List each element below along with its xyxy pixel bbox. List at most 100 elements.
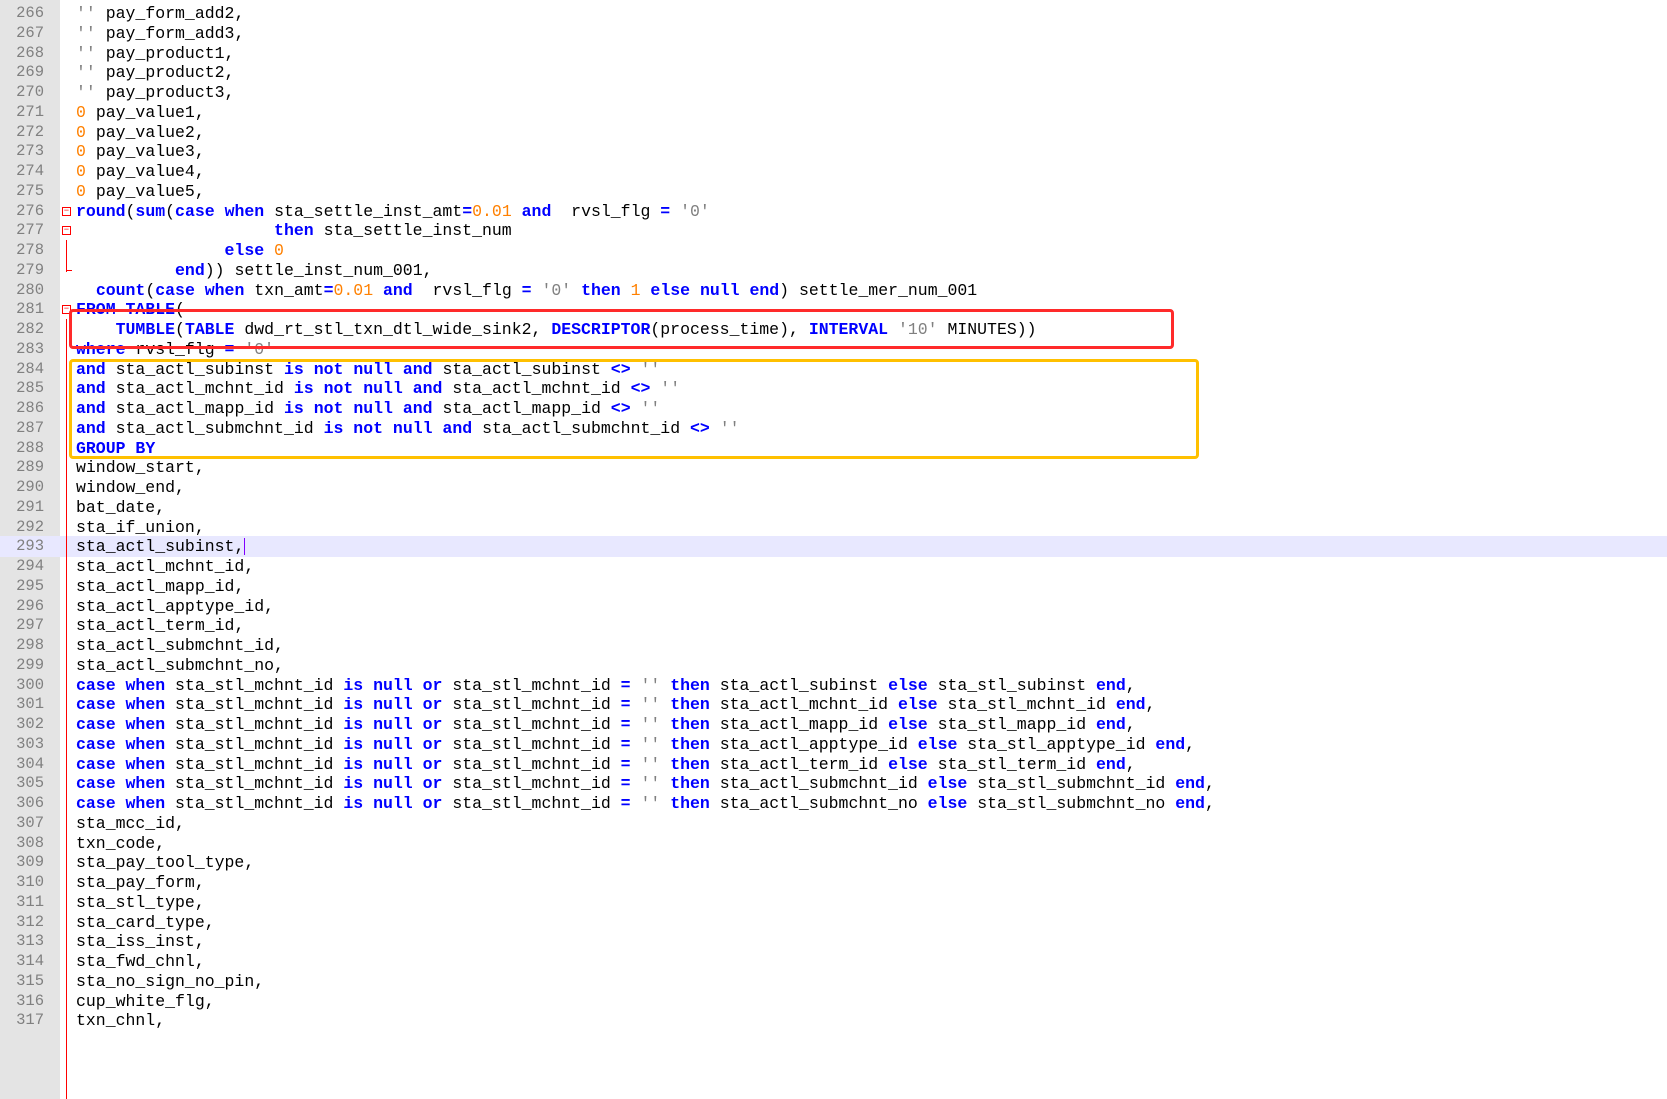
code-line[interactable]: 315 sta_no_sign_no_pin, <box>0 971 1667 992</box>
code-text[interactable]: sta_card_type, <box>76 912 215 933</box>
code-text[interactable]: else 0 <box>76 240 284 261</box>
line-number: 317 <box>16 1011 44 1030</box>
code-line[interactable]: 279 end)) settle_inst_num_001, <box>0 260 1667 281</box>
code-text[interactable]: sta_no_sign_no_pin, <box>76 971 264 992</box>
code-line[interactable]: 295 sta_actl_mapp_id, <box>0 576 1667 597</box>
line-number: 313 <box>16 932 44 951</box>
code-line[interactable]: 305 case when sta_stl_mchnt_id is null or… <box>0 773 1667 794</box>
code-line[interactable]: 306 case when sta_stl_mchnt_id is null or… <box>0 793 1667 814</box>
code-line[interactable]: 292 sta_if_union, <box>0 517 1667 538</box>
code-text[interactable]: '' pay_form_add3, <box>76 23 244 44</box>
code-text[interactable]: round(sum(case when sta_settle_inst_amt=… <box>76 201 710 222</box>
code-line[interactable]: 269 '' pay_product2, <box>0 62 1667 83</box>
code-line[interactable]: 314 sta_fwd_chnl, <box>0 951 1667 972</box>
code-text[interactable]: sta_actl_mchnt_id, <box>76 556 254 577</box>
fold-toggle-icon[interactable]: − <box>62 226 71 236</box>
code-line[interactable]: 276 round(sum(case when sta_settle_inst_a… <box>0 201 1667 222</box>
code-line[interactable]: 309 sta_pay_tool_type, <box>0 852 1667 873</box>
code-text[interactable]: sta_actl_apptype_id, <box>76 596 274 617</box>
code-line[interactable]: 317 txn_chnl, <box>0 1010 1667 1031</box>
code-text[interactable]: '' pay_product3, <box>76 82 234 103</box>
code-lines[interactable]: 266 '' pay_form_add2, 267 '' pay_form_add3,… <box>0 0 1667 1099</box>
code-text[interactable]: then sta_settle_inst_num <box>76 220 512 241</box>
code-line[interactable]: 273 0 pay_value3, <box>0 141 1667 162</box>
code-text[interactable]: sta_actl_subinst, <box>76 536 246 557</box>
code-line[interactable]: 271 0 pay_value1, <box>0 102 1667 123</box>
code-line[interactable]: 316 cup_white_flg, <box>0 991 1667 1012</box>
fold-toggle-icon[interactable]: − <box>62 206 71 216</box>
code-text[interactable]: sta_actl_submchnt_no, <box>76 655 284 676</box>
code-text[interactable]: case when sta_stl_mchnt_id is null or st… <box>76 793 1215 814</box>
line-number: 274 <box>16 162 44 180</box>
code-line[interactable]: 294 sta_actl_mchnt_id, <box>0 556 1667 577</box>
code-text[interactable]: case when sta_stl_mchnt_id is null or st… <box>76 675 1136 696</box>
code-text[interactable]: sta_pay_tool_type, <box>76 852 254 873</box>
red-highlight-box <box>69 309 1174 349</box>
code-text[interactable]: case when sta_stl_mchnt_id is null or st… <box>76 734 1195 755</box>
code-text[interactable]: count(case when txn_amt=0.01 and rvsl_fl… <box>76 280 977 301</box>
code-line[interactable]: 310 sta_pay_form, <box>0 872 1667 893</box>
code-line[interactable]: 301 case when sta_stl_mchnt_id is null or… <box>0 694 1667 715</box>
code-text[interactable]: '' pay_form_add2, <box>76 3 244 24</box>
yellow-highlight-box <box>69 359 1199 459</box>
code-text[interactable]: 0 pay_value3, <box>76 141 205 162</box>
code-line[interactable]: 266 '' pay_form_add2, <box>0 3 1667 24</box>
code-line[interactable]: 313 sta_iss_inst, <box>0 931 1667 952</box>
code-line[interactable]: 307 sta_mcc_id, <box>0 813 1667 834</box>
code-text[interactable]: bat_date, <box>76 497 165 518</box>
code-text[interactable]: sta_fwd_chnl, <box>76 951 205 972</box>
code-text[interactable]: '' pay_product2, <box>76 62 234 83</box>
code-line[interactable]: 277 then sta_settle_inst_num <box>0 220 1667 241</box>
code-line[interactable]: 312 sta_card_type, <box>0 912 1667 933</box>
code-line[interactable]: 272 0 pay_value2, <box>0 122 1667 143</box>
line-number: 281 <box>16 300 44 319</box>
code-text[interactable]: case when sta_stl_mchnt_id is null or st… <box>76 714 1136 735</box>
code-line[interactable]: 311 sta_stl_type, <box>0 892 1667 913</box>
code-line[interactable]: 270 '' pay_product3, <box>0 82 1667 103</box>
code-text[interactable]: sta_actl_submchnt_id, <box>76 635 284 656</box>
code-line[interactable]: 298 sta_actl_submchnt_id, <box>0 635 1667 656</box>
code-line[interactable]: 278 else 0 <box>0 240 1667 261</box>
code-text[interactable]: txn_chnl, <box>76 1010 165 1031</box>
code-text[interactable]: 0 pay_value5, <box>76 181 205 202</box>
code-line[interactable]: 304 case when sta_stl_mchnt_id is null or… <box>0 754 1667 775</box>
code-line[interactable]: 299 sta_actl_submchnt_no, <box>0 655 1667 676</box>
code-line[interactable]: 268 '' pay_product1, <box>0 43 1667 64</box>
code-line[interactable]: 289 window_start, <box>0 457 1667 478</box>
code-text[interactable]: sta_actl_mapp_id, <box>76 576 244 597</box>
code-line[interactable]: 297 sta_actl_term_id, <box>0 615 1667 636</box>
code-line[interactable]: 293 sta_actl_subinst, <box>0 536 1667 558</box>
code-line[interactable]: 303 case when sta_stl_mchnt_id is null or… <box>0 734 1667 755</box>
code-text[interactable]: sta_pay_form, <box>76 872 205 893</box>
code-text[interactable]: 0 pay_value4, <box>76 161 205 182</box>
code-line[interactable]: 274 0 pay_value4, <box>0 161 1667 182</box>
code-line[interactable]: 280 count(case when txn_amt=0.01 and rvs… <box>0 280 1667 301</box>
code-text[interactable]: 0 pay_value2, <box>76 122 205 143</box>
code-text[interactable]: end)) settle_inst_num_001, <box>76 260 432 281</box>
code-text[interactable]: sta_stl_type, <box>76 892 205 913</box>
code-text[interactable]: case when sta_stl_mchnt_id is null or st… <box>76 754 1136 775</box>
code-text[interactable]: case when sta_stl_mchnt_id is null or st… <box>76 773 1215 794</box>
code-text[interactable]: sta_iss_inst, <box>76 931 205 952</box>
code-text[interactable]: '' pay_product1, <box>76 43 234 64</box>
code-text[interactable]: 0 pay_value1, <box>76 102 205 123</box>
code-text[interactable]: cup_white_flg, <box>76 991 215 1012</box>
code-text[interactable]: sta_mcc_id, <box>76 813 185 834</box>
code-line[interactable]: 296 sta_actl_apptype_id, <box>0 596 1667 617</box>
code-text[interactable]: window_end, <box>76 477 185 498</box>
code-editor[interactable]: 266 '' pay_form_add2, 267 '' pay_form_add3,… <box>0 0 1667 1099</box>
line-number: 316 <box>16 991 44 1010</box>
code-line[interactable]: 267 '' pay_form_add3, <box>0 23 1667 44</box>
code-text[interactable]: txn_code, <box>76 833 165 854</box>
code-text[interactable]: sta_if_union, <box>76 517 205 538</box>
code-text[interactable]: case when sta_stl_mchnt_id is null or st… <box>76 694 1155 715</box>
code-line[interactable]: 302 case when sta_stl_mchnt_id is null or… <box>0 714 1667 735</box>
code-line[interactable]: 308 txn_code, <box>0 833 1667 854</box>
code-line[interactable]: 291 bat_date, <box>0 497 1667 518</box>
code-line[interactable]: 290 window_end, <box>0 477 1667 498</box>
code-line[interactable]: 300 case when sta_stl_mchnt_id is null or… <box>0 675 1667 696</box>
code-text[interactable]: window_start, <box>76 457 205 478</box>
line-number: 312 <box>16 912 44 931</box>
code-text[interactable]: sta_actl_term_id, <box>76 615 244 636</box>
code-line[interactable]: 275 0 pay_value5, <box>0 181 1667 202</box>
